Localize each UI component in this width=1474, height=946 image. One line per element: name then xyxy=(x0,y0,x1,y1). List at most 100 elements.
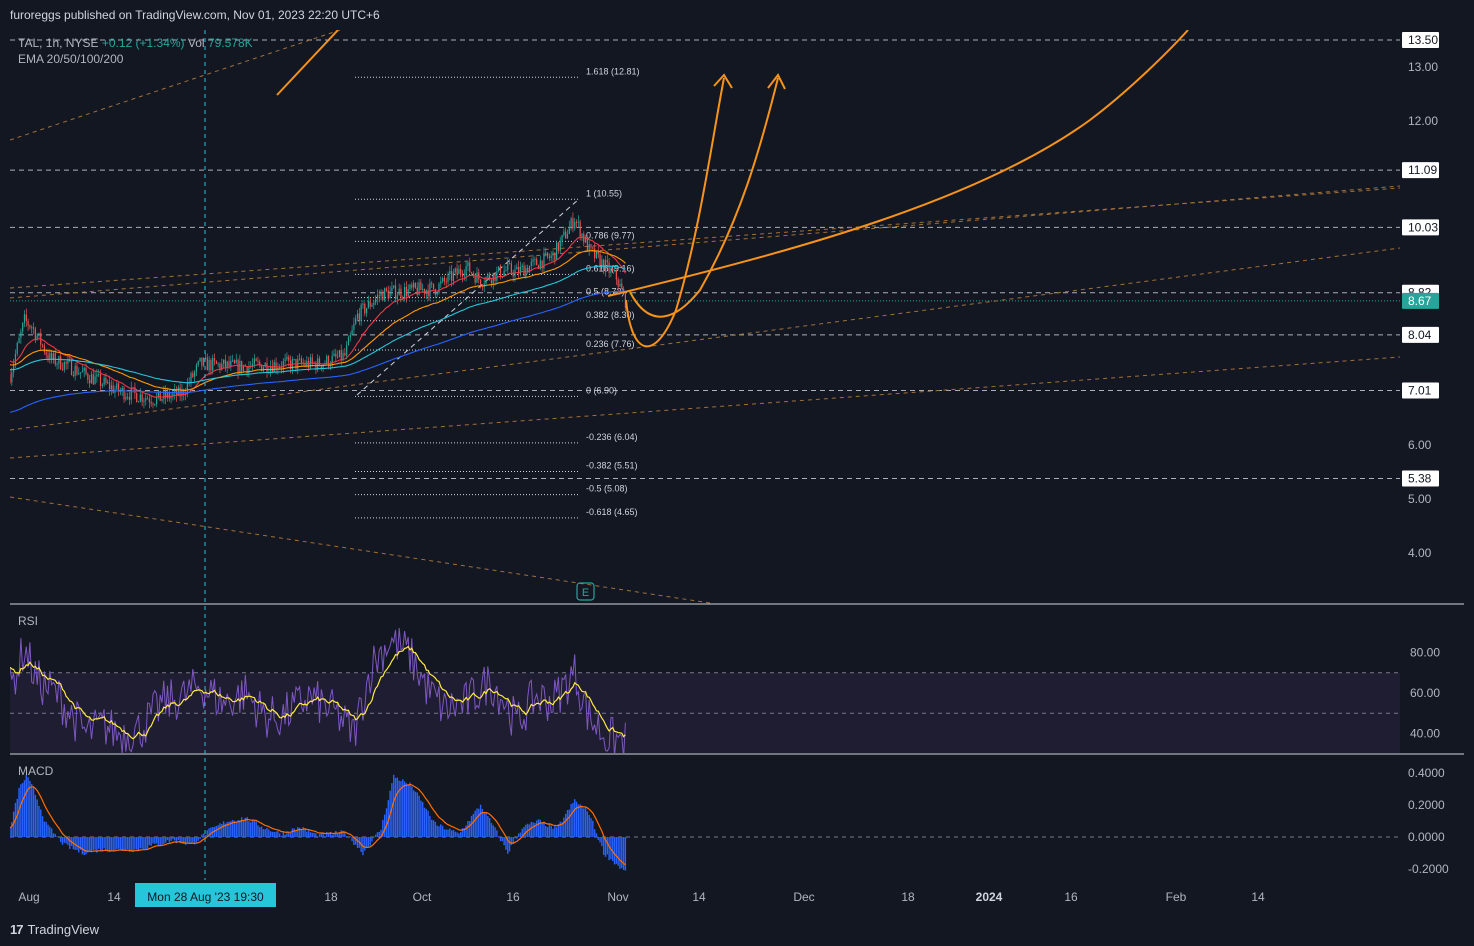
macd-histogram-bar xyxy=(554,825,556,837)
macd-histogram-bar xyxy=(364,837,366,851)
macd-histogram-bar xyxy=(293,828,295,837)
macd-histogram-bar xyxy=(136,837,138,850)
macd-histogram-bar xyxy=(251,819,254,837)
macd-histogram-bar xyxy=(96,837,98,853)
macd-histogram-bar xyxy=(195,837,198,843)
macd-histogram-bar xyxy=(516,837,518,839)
candle-body xyxy=(441,277,444,282)
candle-body xyxy=(413,282,415,288)
fib-level-label: 0.236 (7.76) xyxy=(586,339,635,349)
macd-histogram-bar xyxy=(49,826,51,837)
candle-body xyxy=(621,283,623,289)
macd-histogram-bar xyxy=(479,804,482,837)
candle-body xyxy=(356,313,359,319)
macd-histogram-bar xyxy=(217,825,219,837)
candle-body xyxy=(293,359,295,361)
candle-body xyxy=(60,356,62,370)
candle-body xyxy=(284,359,286,362)
macd-histogram-bar xyxy=(288,832,290,837)
rsi-tick-label: 60.00 xyxy=(1410,686,1440,700)
macd-histogram-bar xyxy=(575,801,578,837)
macd-histogram-bar xyxy=(277,831,279,837)
candle-body xyxy=(592,247,594,249)
candle-body xyxy=(190,373,192,383)
candle-body xyxy=(396,295,398,300)
candle-body xyxy=(197,361,199,366)
macd-histogram-bar xyxy=(90,837,93,853)
candle-body xyxy=(563,231,565,235)
macd-histogram-bar xyxy=(128,837,131,852)
macd-histogram-bar xyxy=(29,780,31,837)
macd-histogram-bar xyxy=(25,774,27,837)
time-tick-label: 16 xyxy=(506,890,520,904)
macd-histogram-bar xyxy=(313,832,315,837)
candle-body xyxy=(14,353,17,364)
macd-histogram-bar xyxy=(374,834,377,837)
candle-body xyxy=(123,387,125,400)
candle-body xyxy=(143,400,145,402)
macd-histogram-bar xyxy=(555,827,558,837)
macd-histogram-bar xyxy=(539,819,542,837)
macd-histogram-bar xyxy=(572,802,574,837)
candle-body xyxy=(333,353,335,356)
candle-body xyxy=(32,327,35,329)
macd-histogram-bar xyxy=(159,837,161,845)
macd-histogram-bar xyxy=(141,837,143,849)
tradingview-logo[interactable]: 17 TradingView xyxy=(10,922,99,937)
macd-histogram-bar xyxy=(262,829,265,837)
candle-body xyxy=(41,344,44,346)
candle-body xyxy=(440,281,442,284)
macd-histogram-bar xyxy=(617,837,619,866)
candle-body xyxy=(376,295,379,299)
macd-histogram-bar xyxy=(519,832,522,837)
macd-histogram-bar xyxy=(101,837,104,852)
candle-body xyxy=(228,361,230,367)
macd-histogram-bar xyxy=(499,837,502,842)
chart-canvas[interactable]: 1.618 (12.81) 1 (10.55) 0.786 (9.77) 0.618 … xyxy=(0,0,1474,946)
macd-histogram-bar xyxy=(97,837,100,849)
macd-histogram-bar xyxy=(58,837,60,838)
price-tick-label: 4.00 xyxy=(1408,546,1432,560)
candle-body xyxy=(344,353,346,356)
candle-body xyxy=(154,404,156,406)
macd-histogram-bar xyxy=(114,837,116,851)
candle-body xyxy=(550,255,552,259)
macd-histogram-bar xyxy=(429,815,431,837)
macd-histogram-bar xyxy=(309,832,312,837)
candle-body xyxy=(148,399,150,402)
brand-name: TradingView xyxy=(27,922,100,937)
macd-histogram-bar xyxy=(34,794,37,837)
ema-legend[interactable]: EMA 20/50/100/200 xyxy=(18,52,123,66)
candle-body xyxy=(456,268,458,275)
price-tick-label: 13.00 xyxy=(1408,60,1438,74)
macd-histogram-bar xyxy=(253,820,256,837)
macd-histogram-bar xyxy=(242,819,245,837)
macd-histogram-bar xyxy=(31,783,33,837)
candle-body xyxy=(65,361,67,364)
macd-histogram-bar xyxy=(119,837,122,850)
macd-histogram-bar xyxy=(552,828,554,837)
candle-body xyxy=(561,234,563,241)
candle-body xyxy=(369,301,371,307)
candle-body xyxy=(206,357,208,371)
macd-histogram-bar xyxy=(550,825,552,837)
candle-body xyxy=(18,337,20,344)
macd-histogram-bar xyxy=(619,837,621,869)
macd-histogram-bar xyxy=(280,836,283,837)
price-tick-label: 5.00 xyxy=(1408,492,1432,506)
macd-histogram-bar xyxy=(166,837,169,841)
symbol-legend[interactable]: TAL, 1h, NYSE +0.12 (+1.34%) Vol 79.578K xyxy=(18,36,253,50)
candle-body xyxy=(127,397,129,399)
macd-histogram-bar xyxy=(168,837,170,843)
macd-histogram-bar xyxy=(108,837,111,853)
macd-histogram-bar xyxy=(577,804,580,837)
macd-histogram-bar xyxy=(490,823,493,837)
candle-body xyxy=(56,363,58,365)
macd-histogram-bar xyxy=(152,837,154,844)
candle-body xyxy=(403,287,406,298)
macd-histogram-bar xyxy=(170,837,172,842)
candle-body xyxy=(548,256,550,259)
macd-histogram-bar xyxy=(61,837,64,845)
candle-body xyxy=(498,266,500,272)
macd-histogram-bar xyxy=(307,830,310,837)
